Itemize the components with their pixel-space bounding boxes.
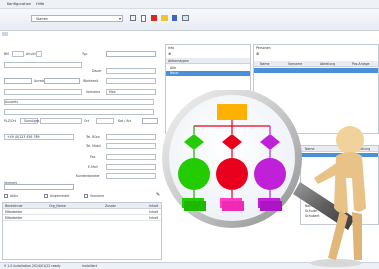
flow-circle-red	[216, 158, 248, 190]
start-combo[interactable]: Starten ▾	[31, 15, 123, 22]
titel-combo[interactable]	[44, 78, 80, 84]
status-left: V 1.0 Installation 2014/01/22 ready	[4, 264, 61, 268]
ausweis-field[interactable]	[4, 99, 154, 105]
right-col-pos[interactable]: Pos.Anlage	[352, 62, 369, 66]
menu-bar: Konfiguration Hilfe	[0, 0, 379, 9]
status-right: Installiert	[82, 264, 98, 268]
phone-field[interactable]: +49 (0)123 456 789	[4, 134, 74, 140]
bm-sub-field[interactable]	[36, 51, 42, 57]
right-table-header: Name Vorname Abteilung Pos.Anlage	[254, 61, 378, 67]
email-field[interactable]	[106, 164, 156, 170]
flow-circle-green	[178, 158, 210, 190]
vorname-value: Max	[109, 90, 116, 94]
right-col-name[interactable]: Name	[260, 62, 269, 66]
right-add-icon[interactable]: ⊕	[256, 51, 259, 56]
label-email: E-Mail	[88, 165, 98, 169]
vorname-check-label: Vorname	[90, 194, 105, 198]
col-zusatz[interactable]: Zusatz	[105, 204, 116, 208]
mid-subheader-label: Aktionstypen	[168, 59, 189, 63]
label-ort: Ort	[84, 119, 90, 123]
label-pl-ort: PLZ/Ort	[4, 119, 17, 123]
label-tel-mobil: Tel. Mobil	[86, 144, 101, 148]
label-bm: BM	[4, 52, 9, 56]
table-row[interactable]: Mitarbeiter Inhalt	[3, 210, 161, 215]
mid-row-1: Alle	[170, 66, 176, 70]
start-combo-value: Starten	[36, 17, 48, 21]
ort-name-field[interactable]	[40, 118, 82, 124]
magnifier-illustration	[162, 90, 366, 267]
kundenberater-field[interactable]	[106, 173, 156, 179]
label-tel-buero: Tel. Büro	[86, 135, 100, 139]
flow-circle-purple	[254, 158, 286, 190]
fax-field[interactable]	[106, 154, 156, 160]
col-org-name[interactable]: Org_Name	[49, 204, 66, 208]
right-col-abteilung[interactable]: Abteilung	[320, 62, 335, 66]
menu-hilfe[interactable]: Hilfe	[36, 2, 44, 6]
vermerk-combo[interactable]	[4, 184, 74, 190]
mid-panel-header: Info	[168, 46, 175, 50]
menu-konfiguration[interactable]: Konfiguration	[7, 2, 31, 6]
ort-field[interactable]	[4, 109, 154, 115]
bottom-table-header: Bezeichner Org_Name Zusatz Inhalt	[3, 203, 161, 209]
record-red-icon[interactable]	[151, 15, 157, 21]
tel-mobil-field[interactable]	[106, 143, 156, 149]
label-kat: Kat / Art	[118, 119, 132, 123]
wartezeit-field[interactable]	[106, 78, 156, 84]
typ-combo[interactable]	[106, 51, 156, 57]
phone-value: +49 (0)123 456 789	[7, 135, 40, 139]
grid-icon[interactable]	[130, 15, 136, 21]
table-row[interactable]: Mitarbeiter Inhalt	[3, 216, 161, 221]
row1-bezeichner: Mitarbeiter	[5, 210, 23, 214]
left-tag-1	[2, 32, 8, 36]
right-col-vorname[interactable]: Vorname	[288, 62, 302, 66]
dauer-field[interactable]	[106, 68, 156, 74]
vorname-checkbox[interactable]	[84, 194, 88, 198]
mid-subheader: Aktionstypen	[166, 58, 250, 64]
angemeldet-checkbox[interactable]	[44, 194, 48, 198]
tel-buero-field[interactable]	[106, 134, 156, 140]
folder-icon[interactable]	[161, 15, 168, 21]
flag-icon[interactable]	[172, 15, 177, 21]
table-row-selected[interactable]	[254, 68, 378, 73]
label-typ: Typ	[82, 52, 88, 56]
list-item-selected[interactable]: Neue	[166, 71, 250, 76]
label-ausweis: Ausweis	[5, 100, 18, 104]
bm-field[interactable]	[12, 51, 24, 57]
anrede-combo[interactable]	[4, 78, 32, 84]
mid-row-2: Neue	[170, 71, 179, 75]
print-icon[interactable]	[182, 15, 189, 21]
label-dauer: Dauer	[92, 69, 102, 73]
label-kundenberater: Kundenberater	[76, 174, 100, 178]
form-area: BM Ansicht Typ Dauer Anrede Wartezeit Vo…	[0, 38, 165, 260]
figure-body	[334, 152, 366, 214]
right-panel-header: Personen	[256, 46, 271, 50]
label-vorname: Vorname	[86, 90, 101, 94]
vorname-field[interactable]: Max	[106, 89, 156, 95]
label-fax: Fax	[90, 155, 96, 159]
label-wartezeit: Wartezeit	[83, 79, 99, 83]
flow-top-box	[217, 104, 247, 120]
mid-add-icon[interactable]: ⊕	[168, 51, 171, 56]
figure-leg-right	[352, 212, 362, 260]
row2-bezeichner: Mitarbeiter	[5, 216, 23, 220]
field-a[interactable]	[4, 62, 82, 68]
toolbar: Starten ▾	[0, 9, 379, 31]
land-field[interactable]	[96, 118, 114, 124]
bottom-table: Bezeichner Org_Name Zusatz Inhalt Mitarb…	[2, 202, 162, 260]
col-bezeichner[interactable]: Bezeichner	[5, 204, 23, 208]
aktiv-label: Aktiv	[10, 194, 19, 198]
chevron-down-icon: ▾	[118, 16, 121, 21]
figure-head	[336, 126, 364, 154]
name-field[interactable]	[4, 89, 82, 95]
label-sz: Sonstiges	[24, 119, 40, 123]
angemeldet-label: Angemeldet	[50, 194, 70, 198]
page-icon[interactable]	[141, 15, 146, 22]
aktiv-checkbox[interactable]	[4, 194, 8, 198]
